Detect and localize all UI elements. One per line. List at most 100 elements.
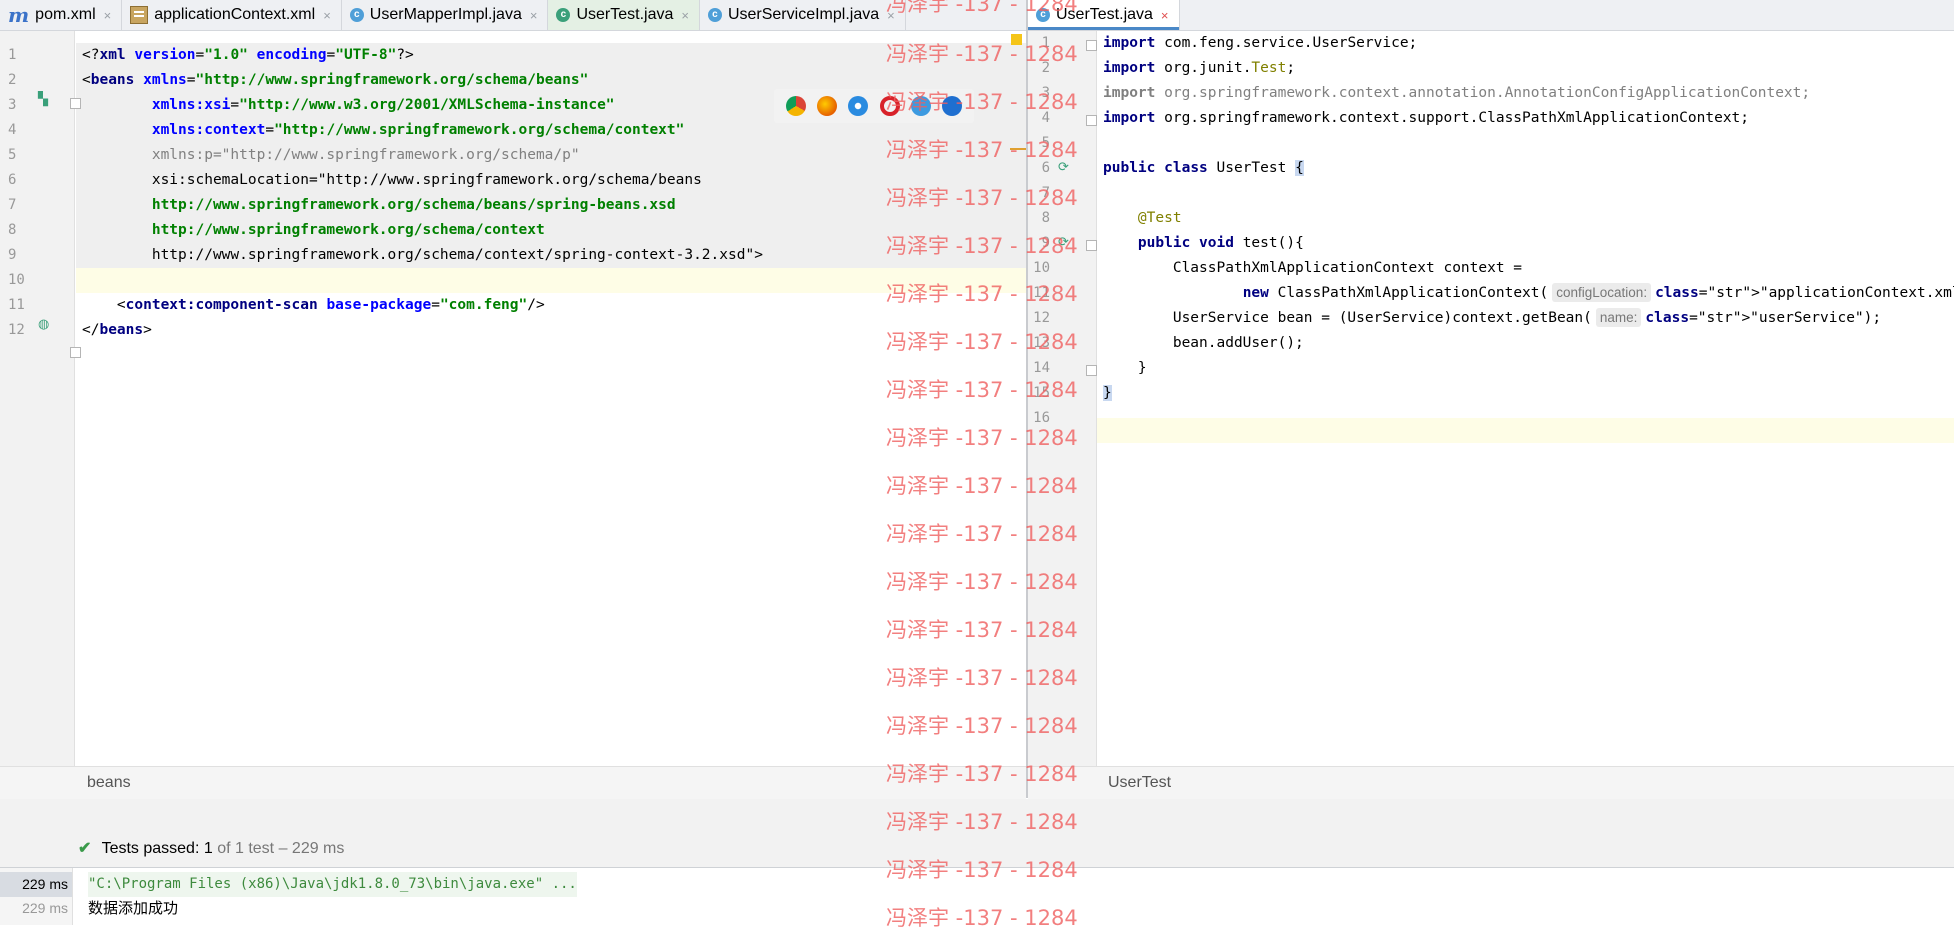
line-number: 12: [1033, 310, 1050, 326]
code-line: xmlns:context="http://www.springframewor…: [151, 122, 685, 138]
fold-icon[interactable]: [70, 347, 81, 358]
line-number: 6: [8, 172, 17, 188]
line-number: 9: [8, 247, 17, 263]
test-time[interactable]: 229 ms: [0, 872, 72, 897]
line-number: 9: [1041, 235, 1050, 251]
tab-label: UserServiceImpl.java: [727, 6, 880, 23]
line-number: 7: [1041, 185, 1050, 201]
line-number: 15: [1033, 385, 1050, 401]
java-class-icon: c: [707, 8, 722, 22]
run-test-icon[interactable]: ⟳: [1058, 234, 1069, 250]
editor-split-divider[interactable]: [1026, 0, 1028, 798]
edge-icon[interactable]: [942, 96, 963, 116]
code-line: http://www.springframework.org/schema/be…: [82, 197, 676, 213]
tab-pom-xml[interactable]: m pom.xml ×: [0, 0, 123, 30]
line-number: 13: [1033, 335, 1050, 351]
line-number: 5: [8, 147, 17, 163]
close-icon[interactable]: ×: [681, 8, 689, 23]
caret-line-highlight: [76, 268, 1026, 293]
code-line: @Test: [1137, 210, 1182, 226]
test-status-prefix: Tests passed:: [101, 840, 200, 857]
tab-user-test-right[interactable]: c UserTest.java ×: [1028, 0, 1180, 30]
ie-icon[interactable]: [910, 96, 931, 116]
fold-icon[interactable]: [70, 98, 81, 109]
tab-label: UserTest.java: [576, 6, 674, 23]
spring-gutter-icon[interactable]: ◍: [38, 316, 49, 332]
line-number: 6: [1041, 160, 1050, 176]
opera-icon[interactable]: [879, 96, 900, 116]
close-icon[interactable]: ×: [530, 8, 538, 23]
code-line: http://www.springframework.org/schema/co…: [82, 222, 545, 238]
code-line: import org.springframework.context.annot…: [1103, 85, 1811, 101]
browser-preview-bar: [774, 89, 974, 123]
fold-icon[interactable]: [1086, 115, 1097, 126]
right-tab-bar: c UserTest.java ×: [1028, 0, 1954, 31]
code-line: import org.junit.Test;: [1103, 60, 1296, 76]
code-line: public void test(){: [1137, 235, 1304, 251]
fold-icon[interactable]: [1086, 40, 1097, 51]
java-class-icon: c: [1036, 8, 1050, 22]
java-editor[interactable]: ⟳ ⟳ 1 2 3 4 5 6 7 8 9 10 11 12 13 14 15 …: [1028, 31, 1954, 766]
test-status-count: 1: [203, 840, 213, 857]
code-line: xmlns:xsi="http://www.w3.org/2001/XMLSch…: [151, 97, 615, 113]
code-line: UserService bean = (UserService)context.…: [1103, 308, 1882, 327]
code-line: <beans xmlns="http://www.springframework…: [82, 72, 589, 88]
line-number: 11: [1033, 285, 1050, 301]
close-icon[interactable]: ×: [887, 8, 895, 23]
test-time[interactable]: 229 ms: [0, 896, 72, 921]
line-number: 12: [8, 322, 25, 338]
safari-icon[interactable]: [848, 96, 869, 116]
tab-label: applicationContext.xml: [154, 6, 316, 23]
java-class-icon: c: [349, 8, 364, 22]
check-icon: ✔: [78, 840, 92, 857]
line-number: 3: [1041, 85, 1050, 101]
console-output[interactable]: 229 ms 229 ms "C:\Program Files (x86)\Ja…: [0, 868, 1954, 925]
line-number: 10: [1033, 260, 1050, 276]
code-line: }: [1103, 385, 1112, 401]
breadcrumb-item[interactable]: UserTest: [1108, 774, 1171, 791]
code-line: <context:component-scan base-package="co…: [82, 297, 545, 313]
line-number: 10: [8, 272, 25, 288]
firefox-icon[interactable]: [816, 96, 837, 116]
line-number: 14: [1033, 360, 1050, 376]
breadcrumb: UserTest: [1028, 766, 1954, 800]
breadcrumb-item[interactable]: beans: [87, 774, 131, 791]
line-number: 11: [8, 297, 25, 313]
code-line: }: [1103, 360, 1147, 376]
warning-marker-icon[interactable]: [1011, 34, 1022, 45]
tab-label: UserMapperImpl.java: [369, 6, 522, 23]
tab-user-mapper-impl[interactable]: c UserMapperImpl.java ×: [342, 0, 549, 30]
warning-stripe[interactable]: [1010, 148, 1026, 150]
line-number: 4: [1041, 110, 1050, 126]
tab-application-context-xml[interactable]: applicationContext.xml ×: [122, 0, 342, 30]
caret-line-highlight: [1096, 418, 1954, 443]
code-line: ClassPathXmlApplicationContext context =: [1103, 260, 1523, 276]
fold-icon[interactable]: [1086, 240, 1097, 251]
code-line: bean.addUser();: [1103, 335, 1304, 351]
code-line: xsi:schemaLocation="http://www.springfra…: [82, 172, 702, 188]
fold-icon[interactable]: [1086, 365, 1097, 376]
line-number: 3: [8, 97, 17, 113]
xml-editor[interactable]: ▚ ◍ 1 2 3 4 5 6 7 8 9 10 11 12 <?xml ver…: [0, 31, 1026, 766]
tab-user-test[interactable]: c UserTest.java ×: [548, 0, 700, 30]
close-icon[interactable]: ×: [323, 8, 331, 23]
line-number: 8: [8, 222, 17, 238]
code-line: import org.springframework.context.suppo…: [1103, 110, 1750, 126]
line-number: 5: [1041, 135, 1050, 151]
console-output-line: 数据添加成功: [88, 900, 179, 917]
line-number: 2: [1041, 60, 1050, 76]
run-class-icon[interactable]: ⟳: [1058, 159, 1069, 175]
maven-m-icon: m: [8, 3, 30, 27]
left-tab-bar: m pom.xml × applicationContext.xml × c U…: [0, 0, 1026, 31]
breadcrumb: beans: [0, 766, 1026, 800]
bean-gutter-icon[interactable]: ▚: [38, 91, 48, 107]
chrome-icon[interactable]: [785, 96, 806, 116]
line-number: 4: [8, 122, 17, 138]
line-number: 16: [1033, 410, 1050, 426]
code-line: </beans>: [82, 322, 152, 338]
close-icon[interactable]: ×: [104, 8, 112, 23]
tab-user-service-impl[interactable]: c UserServiceImpl.java ×: [700, 0, 906, 30]
test-timing-gutter: 229 ms 229 ms: [0, 868, 73, 925]
close-icon[interactable]: ×: [1161, 8, 1169, 23]
line-number: 1: [1041, 35, 1050, 51]
